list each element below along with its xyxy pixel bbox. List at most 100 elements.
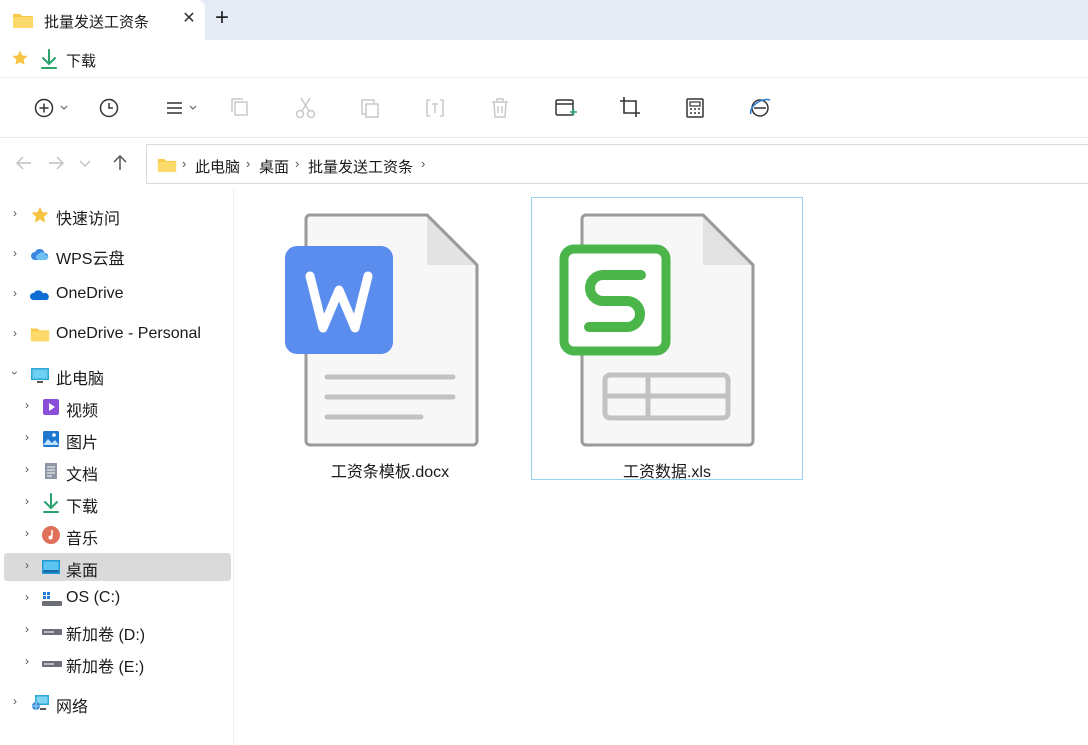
new-item-button[interactable] [33,95,71,121]
expand-chevron-icon[interactable]: › [8,286,22,300]
onedrive-cloud-icon [29,285,50,305]
nav-quick-access[interactable]: › 快速访问 [4,201,231,229]
breadcrumb-separator-icon[interactable]: › [295,156,299,171]
nav-wps-cloud[interactable]: › WPS云盘 [4,241,231,269]
expand-chevron-icon[interactable]: › [20,590,34,604]
file-item-selected[interactable]: 工资数据.xls [531,197,803,481]
nav-label: 快速访问 [56,211,121,228]
expand-chevron-icon[interactable]: › [20,462,34,476]
drive-icon [41,653,62,673]
recent-button[interactable] [98,95,122,121]
network-icon [30,693,50,713]
desktop-icon [41,557,61,577]
back-arrow-icon[interactable] [14,153,34,173]
drive-icon [41,621,62,641]
expand-chevron-icon[interactable]: › [20,430,34,444]
nav-pictures[interactable]: › 图片 [4,425,231,453]
nav-label: 新加卷 (D:) [66,627,146,644]
expand-chevron-icon[interactable]: › [8,694,22,708]
folder-icon [157,156,177,177]
folder-icon [30,325,50,345]
nav-onedrive[interactable]: › OneDrive [4,281,231,309]
nav-drive-e[interactable]: › 新加卷 (E:) [4,649,231,677]
nav-music[interactable]: › 音乐 [4,521,231,549]
monitor-icon [30,365,50,385]
nav-label: 音乐 [66,531,99,548]
tab-active[interactable]: 批量发送工资条 ✕ [0,0,205,40]
file-list: 工资条模板.docx 工资数据.xls [235,190,1088,745]
navigation-pane: › 快速访问 › WPS云盘 › OneDrive › OneDrive - P… [0,190,234,745]
recent-locations-chevron-icon[interactable] [76,153,96,173]
up-arrow-icon[interactable] [110,153,130,173]
view-menu-button[interactable] [164,95,202,121]
command-toolbar [0,78,1088,138]
nav-label: OS (C:) [66,589,121,606]
crop-button[interactable] [618,95,642,121]
document-icon [41,461,61,481]
rename-button[interactable] [423,95,447,121]
file-name: 工资数据.xls [622,464,711,481]
nav-label: OneDrive [56,285,124,302]
nav-onedrive-personal[interactable]: › OneDrive - Personal [4,321,231,349]
breadcrumb-separator-icon[interactable]: › [421,156,425,171]
expand-chevron-icon[interactable]: › [20,494,34,508]
nav-label: 下载 [66,499,99,516]
new-window-button[interactable] [553,95,579,121]
breadcrumb-this-pc[interactable]: 此电脑 [195,156,240,177]
tab-title: 批量发送工资条 [44,14,150,31]
expand-chevron-icon[interactable]: › [8,326,22,340]
nav-label: 文档 [66,467,99,484]
wps-writer-doc-icon [285,213,479,447]
cut-button[interactable] [294,95,318,121]
breadcrumb-separator-icon[interactable]: › [246,156,250,171]
music-icon [41,525,61,545]
download-icon [41,493,61,513]
close-tab-icon[interactable]: ✕ [178,8,200,30]
forward-arrow-icon[interactable] [46,153,66,173]
expand-chevron-icon[interactable]: › [20,398,34,412]
nav-downloads[interactable]: › 下载 [4,489,231,517]
nav-this-pc[interactable]: › 此电脑 [4,361,231,389]
calculator-button[interactable] [683,95,707,121]
nav-drive-d[interactable]: › 新加卷 (D:) [4,617,231,645]
collapse-chevron-icon[interactable]: › [8,366,22,380]
breadcrumb-current-folder[interactable]: 批量发送工资条 [308,156,413,177]
favorites-download-link[interactable]: 下载 [66,50,96,71]
nav-label: OneDrive - Personal [56,325,201,342]
picture-icon [41,429,61,449]
download-icon[interactable] [40,49,58,73]
star-icon[interactable] [11,49,29,71]
paste-button[interactable] [358,95,382,121]
nav-documents[interactable]: › 文档 [4,457,231,485]
favorites-bar: 下载 [0,40,1088,78]
expand-chevron-icon[interactable]: › [8,246,22,260]
nav-label: 此电脑 [56,371,105,388]
nav-label: 视频 [66,403,99,420]
breadcrumb-separator-icon[interactable]: › [182,156,186,171]
nav-label: 网络 [56,699,89,716]
nav-label: WPS云盘 [56,251,125,268]
nav-drive-c[interactable]: › OS (C:) [4,585,231,613]
new-tab-button[interactable]: + [210,6,234,32]
copy-button[interactable] [228,95,252,121]
expand-chevron-icon[interactable]: › [20,654,34,668]
cloud-icon [30,245,50,265]
nav-network[interactable]: › 网络 [4,689,231,717]
nav-label: 新加卷 (E:) [66,659,145,676]
wps-spreadsheet-icon [559,213,755,447]
nav-desktop[interactable]: › 桌面 [4,553,231,581]
folder-icon [12,11,34,33]
expand-chevron-icon[interactable]: › [20,526,34,540]
expand-chevron-icon[interactable]: › [20,622,34,636]
system-drive-icon [41,589,62,609]
expand-chevron-icon[interactable]: › [20,558,34,572]
ie-browser-button[interactable] [748,95,774,121]
file-item[interactable]: 工资条模板.docx [254,197,526,481]
address-row: › 此电脑 › 桌面 › 批量发送工资条 › [0,139,1088,187]
nav-label: 桌面 [66,563,99,580]
address-bar[interactable]: › 此电脑 › 桌面 › 批量发送工资条 › [146,144,1088,184]
expand-chevron-icon[interactable]: › [8,206,22,220]
breadcrumb-desktop[interactable]: 桌面 [259,156,289,177]
nav-videos[interactable]: › 视频 [4,393,231,421]
delete-button[interactable] [488,95,512,121]
